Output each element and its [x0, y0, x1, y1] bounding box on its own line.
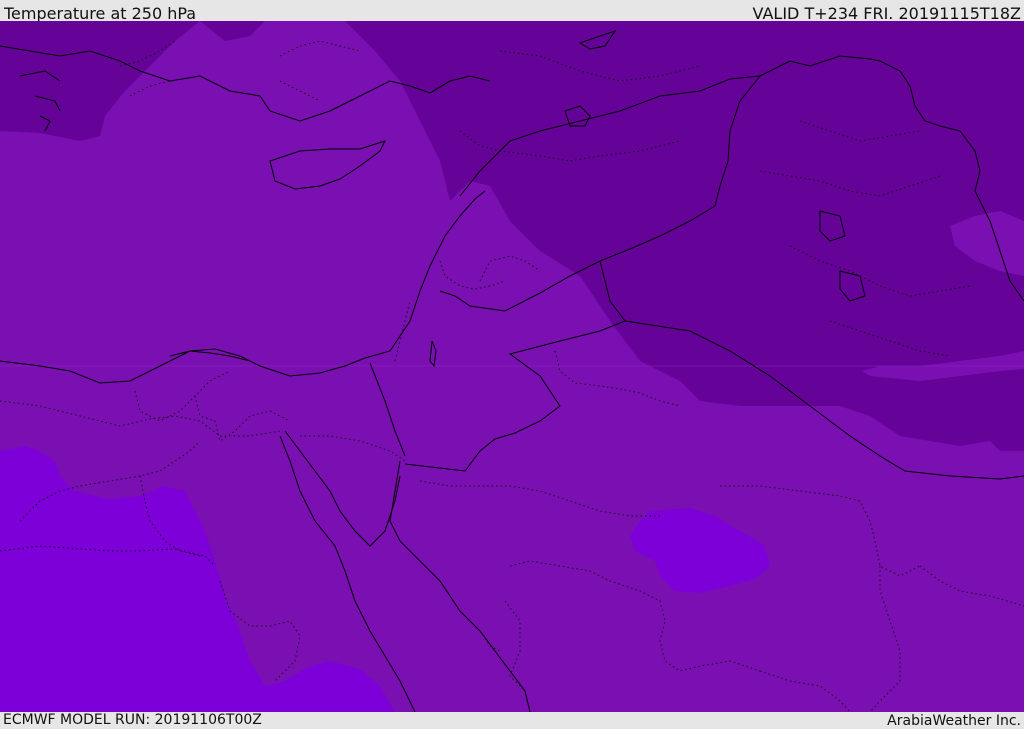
- brand-label: ArabiaWeather Inc.: [887, 713, 1021, 729]
- model-run-label: ECMWF MODEL RUN: 20191106T00Z: [3, 712, 262, 728]
- temperature-map-canvas: [0, 21, 1024, 712]
- temperature-map: [0, 21, 1024, 712]
- map-header: Temperature at 250 hPa VALID T+234 FRI. …: [0, 0, 1024, 23]
- weather-map-page: Temperature at 250 hPa VALID T+234 FRI. …: [0, 0, 1024, 729]
- map-footer: ECMWF MODEL RUN: 20191106T00Z ArabiaWeat…: [0, 712, 1024, 729]
